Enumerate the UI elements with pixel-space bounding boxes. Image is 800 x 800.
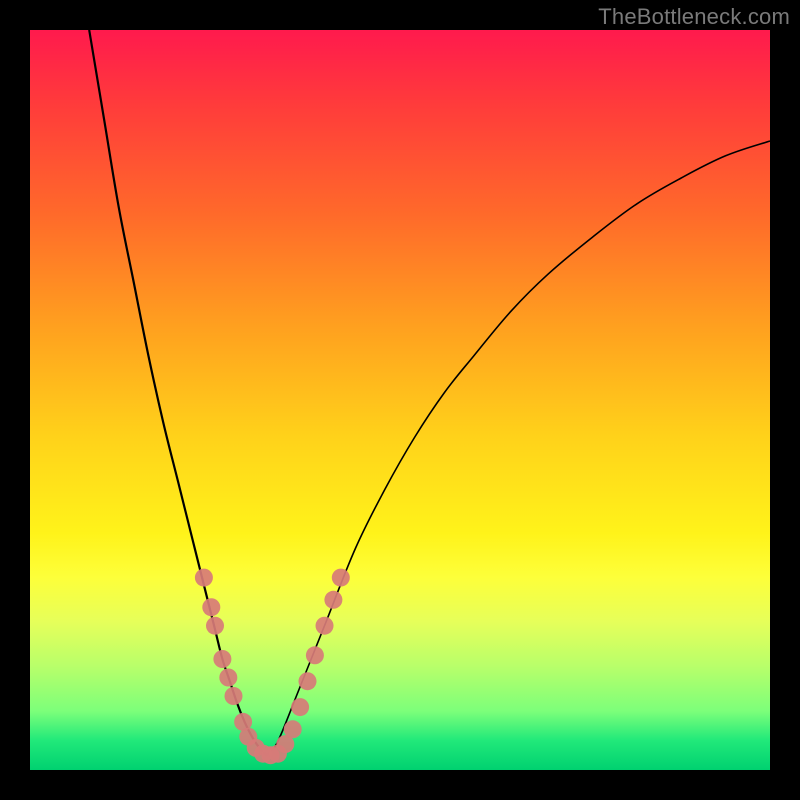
- chart-stage: TheBottleneck.com: [0, 0, 800, 800]
- chart-svg: [30, 30, 770, 770]
- data-marker: [291, 698, 309, 716]
- data-marker: [324, 591, 342, 609]
- data-marker: [316, 617, 334, 635]
- data-marker: [202, 598, 220, 616]
- plot-area: [30, 30, 770, 770]
- data-marker: [284, 720, 302, 738]
- data-marker: [299, 672, 317, 690]
- data-marker: [306, 646, 324, 664]
- watermark-text: TheBottleneck.com: [598, 4, 790, 30]
- data-marker: [195, 569, 213, 587]
- marker-group: [195, 569, 350, 765]
- data-marker: [213, 650, 231, 668]
- data-marker: [332, 569, 350, 587]
- data-marker: [206, 617, 224, 635]
- curve-right: [267, 141, 770, 755]
- curve-left: [89, 30, 267, 755]
- data-marker: [219, 669, 237, 687]
- data-marker: [225, 687, 243, 705]
